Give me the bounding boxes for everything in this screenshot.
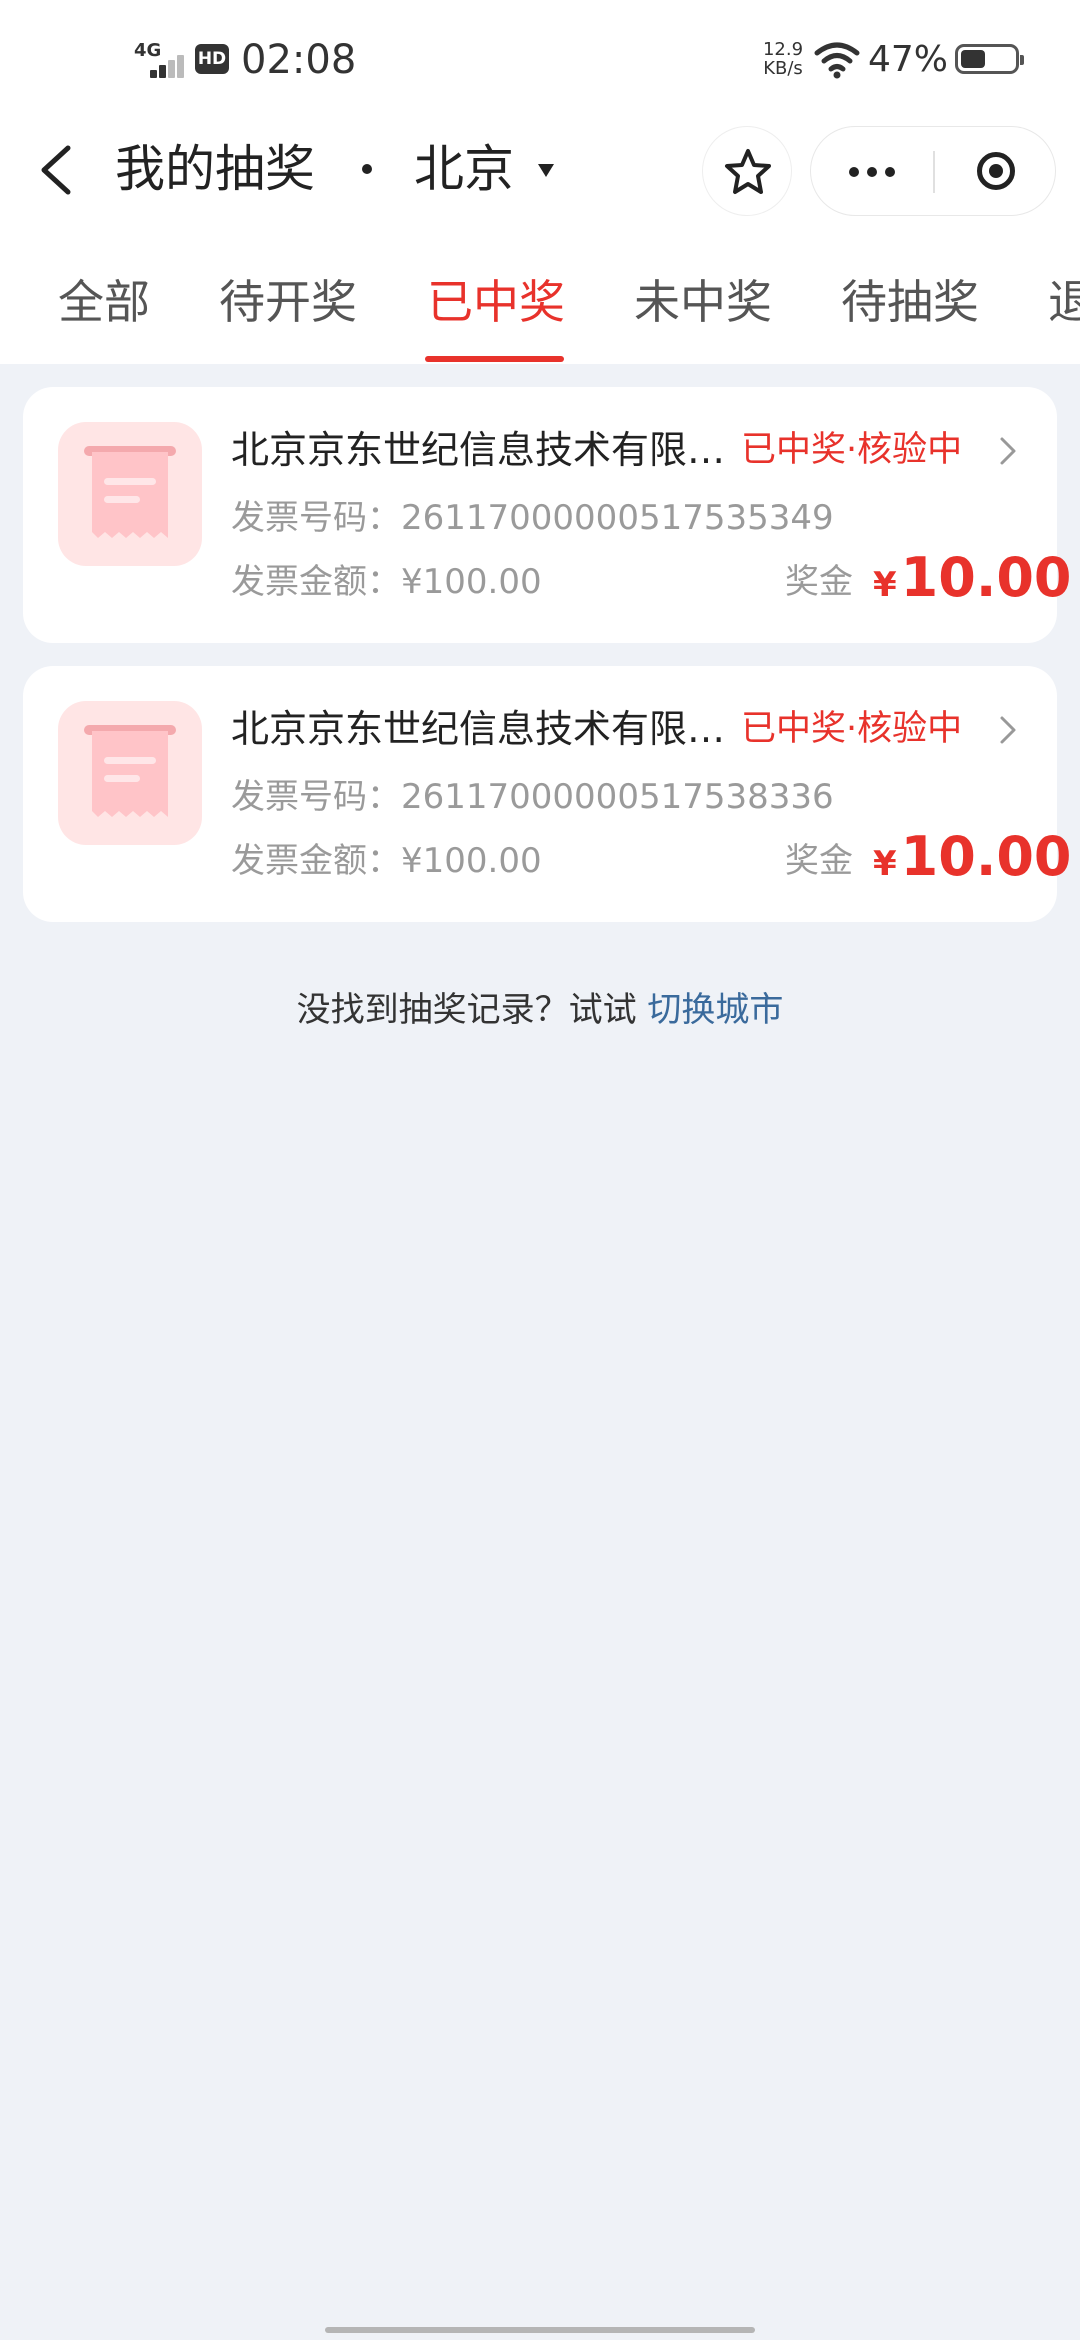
network-speed-value: 12.9 <box>762 39 804 60</box>
chevron-right-icon <box>997 434 1019 468</box>
hint-text: 没找到抽奖记录？试试 <box>296 990 648 1030</box>
receipt-icon <box>58 701 202 845</box>
invoice-number: 发票号码：26117000000517535349 <box>231 495 834 541</box>
invoice-number: 发票号码：26117000000517538336 <box>231 774 834 820</box>
caret-down-icon[interactable] <box>538 164 554 177</box>
mini-program-capsule <box>810 126 1056 216</box>
tab-pending-draw[interactable]: 待开奖 <box>219 272 357 332</box>
close-mini-program-button[interactable] <box>937 127 1055 215</box>
navigation-bar: 我的抽奖 北京 <box>0 118 1080 222</box>
chevron-right-icon <box>997 713 1019 747</box>
receipt-icon <box>58 422 202 566</box>
bonus-currency: ¥ <box>873 844 897 884</box>
tab-won[interactable]: 已中奖 <box>427 272 565 332</box>
bonus-label: 奖金 <box>785 562 853 602</box>
star-icon <box>725 149 771 194</box>
battery-percent: 47% <box>868 39 949 80</box>
status-bar: 4G HD 02:08 12.9 KB/s 47% <box>0 0 1080 118</box>
status-label: 已中奖·核验中 <box>741 430 963 470</box>
network-speed-unit: KB/s <box>763 58 803 79</box>
city-selector[interactable]: 北京 <box>414 138 514 200</box>
invoice-amount-label: 发票金额： <box>231 562 401 602</box>
invoice-amount: 发票金额：¥100.00 <box>231 838 542 884</box>
header-area: 4G HD 02:08 12.9 KB/s 47% 我的抽奖 北京 全部 待开奖… <box>0 0 1080 364</box>
tab-all[interactable]: 全部 <box>58 272 150 332</box>
battery-level-fill <box>961 50 985 68</box>
bonus-amount-value: 10.00 <box>900 546 1072 609</box>
tab-refund[interactable]: 退 <box>1048 272 1080 332</box>
title-separator-dot <box>362 164 372 174</box>
clock: 02:08 <box>241 37 357 83</box>
invoice-amount-value: ¥100.00 <box>401 562 542 602</box>
more-options-button[interactable] <box>811 127 931 215</box>
wifi-icon <box>814 40 860 80</box>
bonus-label: 奖金 <box>785 841 853 881</box>
tab-to-draw[interactable]: 待抽奖 <box>841 272 979 332</box>
active-tab-indicator <box>425 356 564 362</box>
switch-city-link[interactable]: 切换城市 <box>647 990 783 1030</box>
invoice-number-value: 26117000000517535349 <box>401 498 834 538</box>
bonus-amount: ¥10.00 <box>873 545 1071 618</box>
hd-badge: HD <box>195 44 229 74</box>
tab-not-won[interactable]: 未中奖 <box>634 272 772 332</box>
bonus-amount-value: 10.00 <box>900 825 1072 888</box>
network-speed: 12.9 KB/s <box>758 40 808 78</box>
invoice-number-label: 发票号码： <box>231 777 401 817</box>
battery-icon <box>955 44 1024 74</box>
bonus-currency: ¥ <box>873 565 897 605</box>
page-title: 我的抽奖 <box>115 140 315 198</box>
network-type: 4G <box>134 40 162 61</box>
filter-tabs: 全部 待开奖 已中奖 未中奖 待抽奖 退 <box>0 222 1080 364</box>
back-arrow-icon[interactable] <box>30 140 90 200</box>
bonus-amount: ¥10.00 <box>873 824 1071 897</box>
lottery-record-card[interactable]: 北京京东世纪信息技术有限公司 已中奖·核验中 发票号码：261170000005… <box>23 387 1071 643</box>
capsule-divider <box>933 151 935 193</box>
home-indicator[interactable] <box>325 2327 755 2333</box>
company-name: 北京京东世纪信息技术有限公司 <box>231 707 739 751</box>
invoice-amount-value: ¥100.00 <box>401 841 542 881</box>
cellular-signal-icon: 4G <box>134 40 186 78</box>
status-label: 已中奖·核验中 <box>741 709 963 749</box>
lottery-record-card[interactable]: 北京京东世纪信息技术有限公司 已中奖·核验中 发票号码：261170000005… <box>23 666 1071 922</box>
invoice-number-label: 发票号码： <box>231 498 401 538</box>
invoice-amount: 发票金额：¥100.00 <box>231 559 542 605</box>
invoice-number-value: 26117000000517538336 <box>401 777 834 817</box>
switch-city-hint: 没找到抽奖记录？试试 切换城市 <box>0 980 1080 1040</box>
favorite-button[interactable] <box>702 126 792 216</box>
company-name: 北京京东世纪信息技术有限公司 <box>231 428 739 472</box>
invoice-amount-label: 发票金额： <box>231 841 401 881</box>
